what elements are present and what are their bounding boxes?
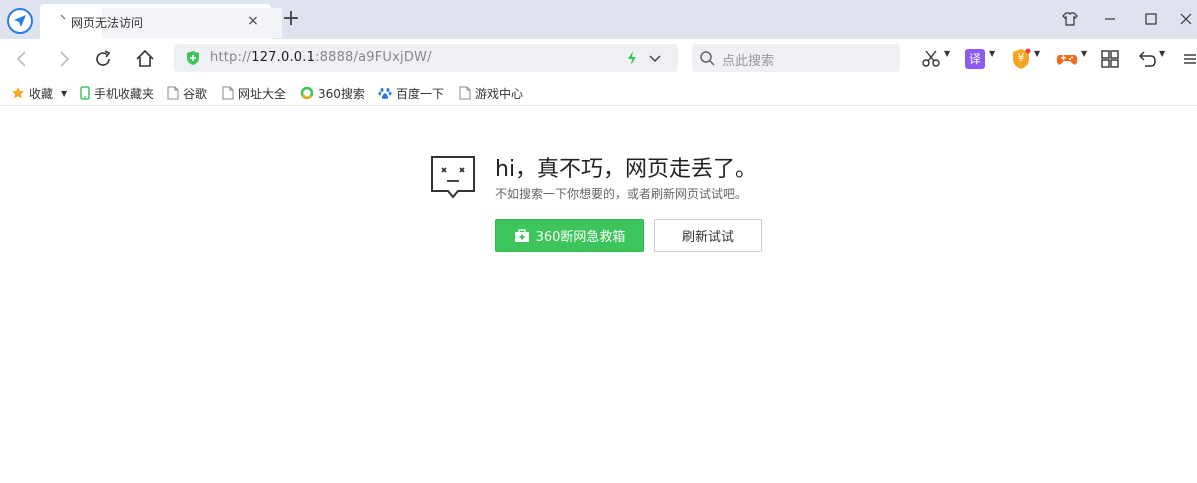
wallet-dropdown-icon[interactable]: ▼ <box>1034 49 1040 58</box>
wallet-label: ¥ <box>1017 51 1025 64</box>
maximize-icon[interactable] <box>1142 10 1160 28</box>
navigation-bar: http://127.0.0.1:8888/a9FUxjDW/ 点此搜索 ▼ 译… <box>0 39 1197 79</box>
back-icon[interactable] <box>10 47 34 71</box>
first-aid-kit-icon <box>514 228 529 242</box>
network-rescue-button[interactable]: 360断网急救箱 <box>495 219 644 252</box>
security-shield-icon[interactable] <box>185 50 201 66</box>
star-icon <box>12 87 24 99</box>
tab-close-icon[interactable]: × <box>245 13 261 29</box>
apps-grid-icon[interactable] <box>1100 47 1120 71</box>
search-placeholder: 点此搜索 <box>722 54 775 69</box>
bookmark-label: 百度一下 <box>396 86 445 101</box>
bookmark-360-search[interactable]: 360搜索 <box>300 84 365 102</box>
scissors-screenshot-icon[interactable] <box>921 47 941 71</box>
search-box[interactable]: 点此搜索 <box>692 44 900 72</box>
bookmark-label: 收藏 <box>29 86 54 101</box>
broken-page-face-icon <box>431 156 475 199</box>
bookmark-game-center[interactable]: 游戏中心 <box>459 84 523 102</box>
error-title: hi，真不巧，网页走丢了。 <box>495 157 758 182</box>
bookmark-favorites[interactable]: 收藏 ▼ <box>11 84 67 102</box>
minimize-icon[interactable] <box>1101 10 1119 28</box>
bookmark-label: 网址大全 <box>238 86 287 101</box>
browser-logo-icon[interactable] <box>7 8 33 34</box>
wallet-shield-icon[interactable]: ¥ <box>1011 48 1031 70</box>
search-icon <box>700 51 715 66</box>
translate-dropdown-icon[interactable]: ▼ <box>989 49 995 58</box>
address-bar[interactable]: http://127.0.0.1:8888/a9FUxjDW/ <box>174 44 678 72</box>
title-bar: 网页无法访问 × + <box>0 0 1197 39</box>
screenshot-dropdown-icon[interactable]: ▼ <box>944 49 950 58</box>
bookmark-label: 游戏中心 <box>475 86 524 101</box>
translate-icon[interactable]: 译 <box>965 49 985 69</box>
tab-title: 网页无法访问 <box>71 16 144 30</box>
skin-shirt-icon[interactable] <box>1061 10 1079 28</box>
bookmark-label: 手机收藏夹 <box>94 86 155 101</box>
undo-dropdown-icon[interactable]: ▼ <box>1159 49 1165 58</box>
speed-mode-bolt-icon[interactable] <box>625 50 639 66</box>
home-icon[interactable] <box>133 47 157 71</box>
undo-icon[interactable] <box>1137 47 1157 71</box>
close-window-icon[interactable] <box>1177 10 1195 28</box>
page-icon <box>459 86 471 100</box>
bookmark-label: 谷歌 <box>183 86 208 101</box>
bookmark-google[interactable]: 谷歌 <box>167 84 207 102</box>
url-scheme: http:// <box>210 50 252 65</box>
new-tab-button[interactable]: + <box>280 8 302 31</box>
phone-icon <box>80 86 90 100</box>
bookmark-label: 360搜索 <box>318 86 365 101</box>
bookmark-hao123[interactable]: 网址大全 <box>222 84 286 102</box>
menu-icon[interactable] <box>1182 47 1196 71</box>
url-text[interactable]: http://127.0.0.1:8888/a9FUxjDW/ <box>210 50 432 65</box>
bookmark-baidu[interactable]: 百度一下 <box>378 84 444 102</box>
baidu-paw-icon <box>378 88 392 99</box>
page-icon <box>222 86 234 100</box>
page-icon <box>167 86 179 100</box>
game-dropdown-icon[interactable]: ▼ <box>1081 49 1087 58</box>
360-search-icon <box>300 86 314 100</box>
reload-icon[interactable] <box>91 47 115 71</box>
favorites-dropdown-icon[interactable]: ▼ <box>61 89 67 98</box>
tab-favicon-icon <box>60 14 66 20</box>
url-path: :8888/a9FUxjDW/ <box>315 50 432 65</box>
url-dropdown-chevron-icon[interactable] <box>648 51 662 65</box>
gamepad-icon[interactable] <box>1055 47 1079 71</box>
bookmarks-bar: 收藏 ▼ 手机收藏夹 谷歌 网址大全 360搜索 百度一下 游戏中心 <box>0 79 1197 106</box>
refresh-button[interactable]: 刷新试试 <box>654 219 762 252</box>
url-host: 127.0.0.1 <box>251 50 316 65</box>
network-rescue-label: 360断网急救箱 <box>535 230 626 245</box>
forward-icon[interactable] <box>52 47 76 71</box>
tab-active[interactable]: 网页无法访问 × <box>40 4 282 39</box>
bookmark-mobile-favorites[interactable]: 手机收藏夹 <box>80 84 154 102</box>
error-subtitle: 不如搜索一下你想要的，或者刷新网页试试吧。 <box>495 187 748 201</box>
refresh-label: 刷新试试 <box>681 230 734 245</box>
